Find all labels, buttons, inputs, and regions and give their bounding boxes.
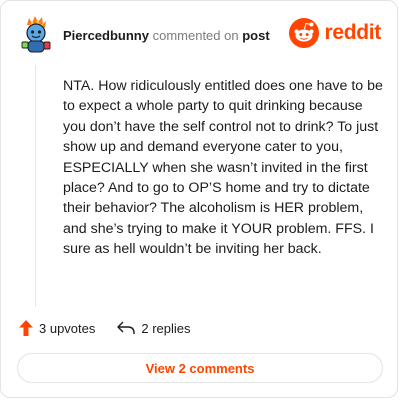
- reddit-wordmark: reddit: [324, 21, 381, 44]
- comment-action-text: commented on: [152, 28, 239, 43]
- comment-actions: 3 upvotes 2 replies: [19, 319, 213, 337]
- snoo-avatar-icon: [21, 16, 51, 53]
- reply-count: 2 replies: [141, 320, 191, 336]
- reddit-logo-icon: [289, 18, 320, 48]
- avatar[interactable]: [19, 15, 53, 55]
- username[interactable]: Piercedbunny: [63, 28, 149, 43]
- upvote-button[interactable]: 3 upvotes: [19, 320, 95, 336]
- reply-arrow-icon: [117, 321, 136, 334]
- comment-header: Piercedbunny commented on post reddit: [19, 15, 381, 55]
- comment-meta: Piercedbunny commented on post: [63, 28, 270, 43]
- reply-button[interactable]: 2 replies: [117, 320, 191, 336]
- view-comments-button[interactable]: View 2 comments: [17, 353, 383, 383]
- comment-card: Piercedbunny commented on post reddit NT…: [0, 0, 398, 398]
- upvote-count: 3 upvotes: [39, 320, 96, 336]
- post-link[interactable]: post: [242, 28, 269, 43]
- reddit-logo[interactable]: reddit: [289, 18, 381, 48]
- comment-body: NTA. How ridiculously entitled does one …: [63, 78, 383, 258]
- upvote-arrow-icon: [19, 320, 33, 336]
- thread-line: [35, 65, 36, 307]
